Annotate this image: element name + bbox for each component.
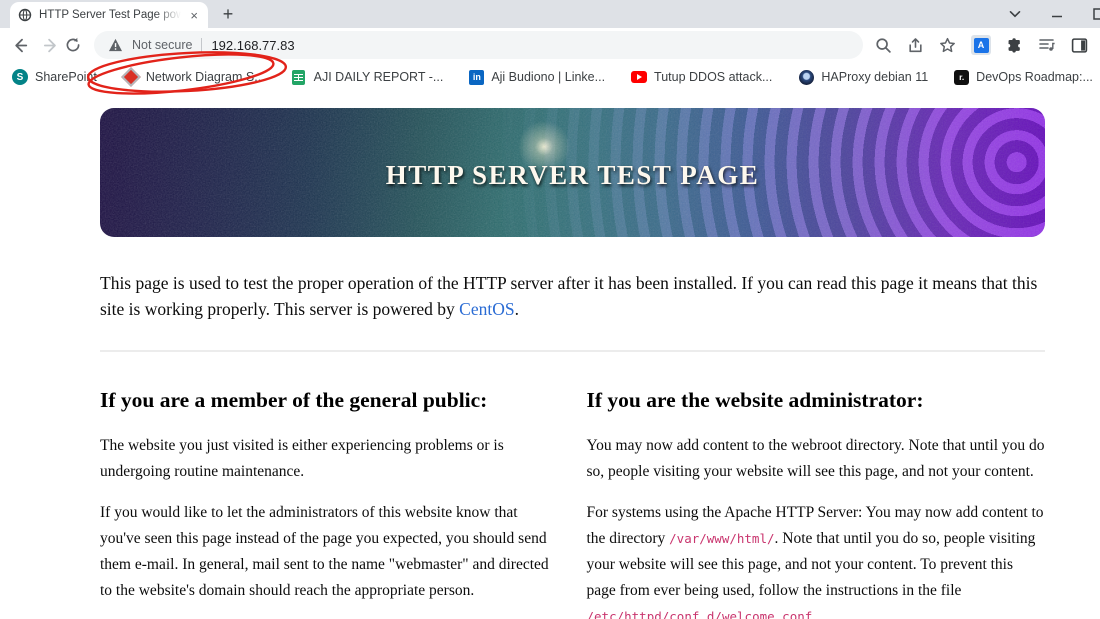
- intro-text: This page is used to test the proper ope…: [100, 273, 1038, 319]
- bookmark-linkedin[interactable]: in Aji Budiono | Linke...: [469, 69, 606, 85]
- security-status-label: Not secure: [132, 38, 193, 52]
- tab-close-icon[interactable]: ×: [188, 7, 200, 24]
- bookmark-network-diagram[interactable]: Network Diagram S...: [120, 67, 265, 87]
- admin-heading: If you are the website administrator:: [586, 388, 924, 412]
- tab-search-chevron-icon[interactable]: [1009, 10, 1021, 18]
- admin-paragraph-2: For systems using the Apache HTTP Server…: [587, 500, 1046, 619]
- url-text[interactable]: 192.168.77.83: [211, 38, 294, 53]
- media-controls-icon[interactable]: [1038, 37, 1056, 53]
- admin-column: If you are the website administrator: Yo…: [587, 388, 1046, 619]
- bookmark-sharepoint[interactable]: S SharePoint: [12, 69, 97, 85]
- globe-favicon-icon: [18, 8, 32, 22]
- admin-paragraph-1: You may now add content to the webroot d…: [586, 437, 1045, 480]
- intro-paragraph: This page is used to test the proper ope…: [100, 273, 1038, 319]
- address-bar[interactable]: Not secure 192.168.77.83: [94, 31, 863, 59]
- not-secure-warning-icon[interactable]: [108, 38, 123, 52]
- roadmap-icon: r.: [954, 69, 970, 85]
- extensions-puzzle-icon[interactable]: [1006, 37, 1023, 54]
- public-heading: If you are a member of the general publi…: [100, 388, 488, 412]
- public-paragraph-2: If you would like to let the administrat…: [100, 504, 549, 599]
- bookmark-label: DevOps Roadmap:...: [976, 70, 1093, 84]
- bookmark-label: Network Diagram S...: [145, 70, 265, 84]
- google-sheets-icon: [291, 69, 307, 85]
- maximize-icon[interactable]: [1093, 8, 1100, 20]
- bookmark-label: HAProxy debian 11: [821, 70, 929, 84]
- haproxy-icon: [798, 69, 814, 85]
- side-panel-icon[interactable]: [1071, 37, 1088, 54]
- search-icon[interactable]: [875, 37, 892, 54]
- bookmark-haproxy[interactable]: HAProxy debian 11: [798, 69, 928, 85]
- public-column: If you are a member of the general publi…: [100, 388, 559, 619]
- public-paragraph-1: The website you just visited is either e…: [100, 437, 504, 480]
- apache-docroot-path: /var/www/html/: [669, 531, 775, 546]
- bookmark-devops-roadmap[interactable]: r. DevOps Roadmap:...: [954, 69, 1093, 85]
- minimize-icon[interactable]: [1051, 8, 1063, 20]
- bookmark-label: Aji Budiono | Linke...: [491, 70, 606, 84]
- back-button[interactable]: [8, 32, 34, 58]
- reload-button[interactable]: [60, 32, 86, 58]
- bookmark-daily-report[interactable]: AJI DAILY REPORT -...: [291, 69, 444, 85]
- tab-title: HTTP Server Test Page powered: [39, 9, 182, 21]
- tab-strip: HTTP Server Test Page powered × +: [0, 0, 1100, 28]
- bookmark-star-icon[interactable]: [939, 37, 956, 54]
- new-tab-button[interactable]: +: [216, 2, 240, 26]
- test-page-banner: HTTP SERVER TEST PAGE: [100, 108, 1045, 237]
- translate-extension-icon[interactable]: A: [971, 35, 991, 55]
- page-viewport: HTTP SERVER TEST PAGE This page is used …: [0, 92, 1100, 619]
- bookmark-label: AJI DAILY REPORT -...: [313, 70, 444, 84]
- centos-link[interactable]: CentOS: [459, 299, 514, 319]
- diagram-diamond-icon: [120, 67, 141, 87]
- forward-button[interactable]: [34, 32, 60, 58]
- share-icon[interactable]: [907, 37, 924, 54]
- omnibox-divider: [201, 37, 203, 53]
- sharepoint-icon: S: [12, 69, 28, 85]
- welcome-conf-path: /etc/httpd/conf.d/welcome.conf: [586, 609, 813, 619]
- banner-title: HTTP SERVER TEST PAGE: [385, 160, 760, 190]
- youtube-icon: [631, 69, 648, 85]
- bookmark-label: SharePoint: [35, 70, 97, 84]
- bookmark-youtube-ddos[interactable]: Tutup DDOS attack...: [631, 69, 772, 85]
- bookmarks-bar: S SharePoint Network Diagram S... AJI DA…: [0, 62, 1100, 92]
- browser-toolbar: Not secure 192.168.77.83 A: [0, 28, 1100, 95]
- browser-tab[interactable]: HTTP Server Test Page powered ×: [10, 2, 208, 28]
- bookmark-label: Tutup DDOS attack...: [654, 70, 773, 84]
- linkedin-icon: in: [469, 69, 485, 85]
- two-column-section: If you are a member of the general publi…: [100, 388, 1045, 619]
- section-divider: [100, 350, 1045, 352]
